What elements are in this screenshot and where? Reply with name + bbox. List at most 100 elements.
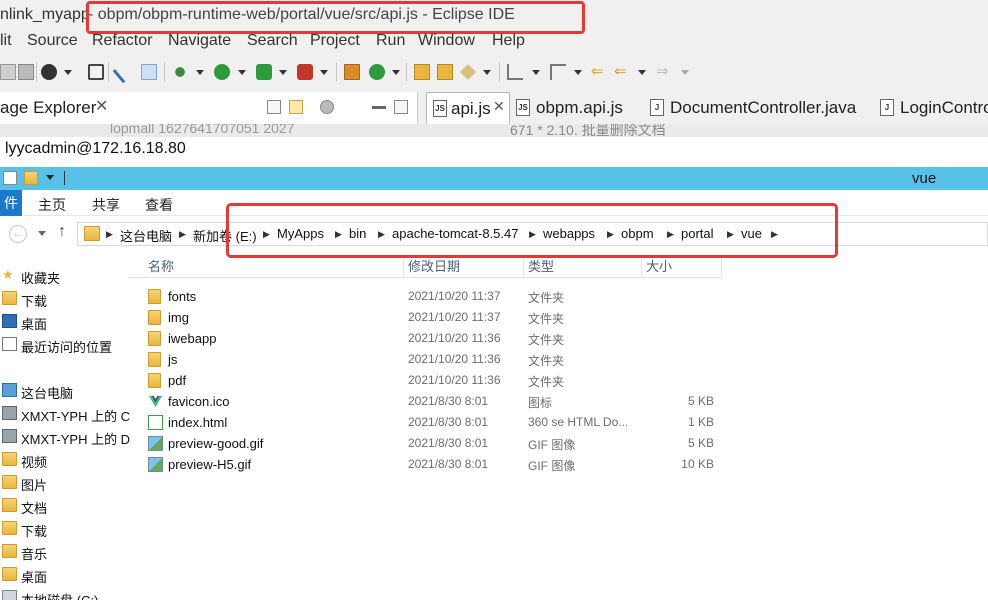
up-arrow-icon[interactable]: ↑ bbox=[58, 223, 66, 241]
new-package-icon[interactable] bbox=[344, 64, 360, 80]
nav-item-pictures[interactable]: 图片 bbox=[0, 472, 128, 494]
back-arrow-icon[interactable]: ← bbox=[9, 225, 27, 243]
print-icon[interactable] bbox=[18, 64, 34, 80]
menu-run[interactable]: Run bbox=[376, 32, 405, 50]
properties-icon[interactable] bbox=[3, 171, 17, 185]
chevron-down-icon[interactable] bbox=[638, 70, 646, 75]
column-date-modified[interactable]: 修改日期 bbox=[404, 256, 524, 278]
maximize-icon[interactable] bbox=[394, 100, 408, 114]
file-name: img bbox=[168, 310, 189, 325]
close-icon[interactable]: ✕ bbox=[493, 98, 505, 115]
debug-icon[interactable] bbox=[172, 64, 188, 80]
file-row[interactable]: fonts 2021/10/20 11:37 文件夹 bbox=[128, 286, 722, 307]
next-annotation-icon[interactable] bbox=[507, 64, 523, 80]
nav-item-recent-places[interactable]: 最近访问的位置 bbox=[0, 334, 128, 356]
tab-label: DocumentController.java bbox=[670, 98, 857, 117]
nav-item-desktop-2[interactable]: 桌面 bbox=[0, 564, 128, 586]
chevron-down-icon[interactable] bbox=[38, 231, 46, 236]
nav-item-music[interactable]: 音乐 bbox=[0, 541, 128, 563]
tab-document-controller[interactable]: J DocumentController.java bbox=[650, 92, 866, 124]
chevron-down-icon[interactable] bbox=[238, 70, 246, 75]
user-icon[interactable] bbox=[41, 64, 57, 80]
open-type-icon[interactable] bbox=[414, 64, 430, 80]
open-resource-icon[interactable] bbox=[437, 64, 453, 80]
file-row[interactable]: preview-H5.gif 2021/8/30 8:01 GIF 图像 10 … bbox=[128, 454, 722, 475]
nav-item-videos[interactable]: 视频 bbox=[0, 449, 128, 471]
console-icon[interactable] bbox=[88, 64, 104, 80]
column-name[interactable]: 名称 bbox=[144, 256, 404, 278]
save-all-icon[interactable] bbox=[0, 64, 16, 80]
package-explorer-view[interactable]: age Explorer ✕ bbox=[0, 92, 418, 124]
search-icon[interactable] bbox=[460, 64, 476, 80]
menu-source[interactable]: Source bbox=[27, 32, 78, 50]
file-row[interactable]: pdf 2021/10/20 11:36 文件夹 bbox=[128, 370, 722, 391]
last-edit-icon[interactable]: ⇐ bbox=[591, 64, 607, 80]
chevron-down-icon[interactable] bbox=[46, 175, 54, 180]
nav-item-label: 视频 bbox=[21, 455, 48, 470]
chevron-down-icon[interactable] bbox=[532, 70, 540, 75]
file-row[interactable]: iwebapp 2021/10/20 11:36 文件夹 bbox=[128, 328, 722, 349]
collapse-all-icon[interactable] bbox=[267, 100, 281, 114]
column-type[interactable]: 类型 bbox=[524, 256, 642, 278]
nav-item-network-d[interactable]: XMXT-YPH 上的 D bbox=[0, 426, 130, 448]
chevron-down-icon[interactable] bbox=[483, 70, 491, 75]
chevron-down-icon[interactable] bbox=[320, 70, 328, 75]
previous-annotation-icon[interactable] bbox=[550, 64, 566, 80]
tab-login-controller[interactable]: J LoginContro bbox=[880, 92, 988, 124]
menu-refactor[interactable]: Refactor bbox=[92, 32, 152, 50]
toolbar-separator bbox=[499, 63, 500, 81]
menu-search[interactable]: Search bbox=[247, 32, 298, 50]
link-with-editor-icon[interactable] bbox=[289, 100, 303, 114]
run-icon[interactable] bbox=[214, 64, 230, 80]
file-row[interactable]: index.html 2021/8/30 8:01 360 se HTML Do… bbox=[128, 412, 722, 433]
mark-occurrences-icon[interactable] bbox=[141, 64, 157, 80]
file-row[interactable]: js 2021/10/20 11:36 文件夹 bbox=[128, 349, 722, 370]
back-icon[interactable]: ⇐ bbox=[614, 64, 630, 80]
skip-breakpoints-icon[interactable] bbox=[112, 60, 136, 84]
tab-api-js[interactable]: JS api.js ✕ bbox=[426, 92, 510, 124]
view-menu-icon[interactable] bbox=[320, 100, 334, 114]
chevron-down-icon[interactable] bbox=[574, 70, 582, 75]
nav-item-local-disk-c[interactable]: 本地磁盘 (C:) bbox=[0, 587, 128, 600]
menu-project[interactable]: Project bbox=[310, 32, 360, 50]
menu-help[interactable]: Help bbox=[492, 32, 525, 50]
new-class-icon[interactable] bbox=[369, 64, 385, 80]
nav-item-desktop[interactable]: 桌面 bbox=[0, 311, 128, 333]
nav-item-label: 图片 bbox=[21, 478, 48, 493]
chevron-down-icon[interactable] bbox=[64, 70, 72, 75]
nav-item-favorites[interactable]: ★ 收藏夹 bbox=[0, 265, 128, 287]
nav-item-downloads-2[interactable]: 下载 bbox=[0, 518, 128, 540]
chevron-down-icon[interactable] bbox=[392, 70, 400, 75]
new-folder-icon[interactable] bbox=[24, 171, 38, 185]
tab-share[interactable]: 共享 bbox=[92, 195, 120, 215]
nav-item-this-pc[interactable]: 这台电脑 bbox=[0, 380, 128, 402]
nav-item-label: 文档 bbox=[21, 501, 48, 516]
pictures-folder-icon bbox=[2, 475, 17, 489]
minimize-icon[interactable] bbox=[372, 106, 386, 109]
run-server-icon[interactable] bbox=[256, 64, 272, 80]
forward-icon[interactable]: ⇒ bbox=[656, 64, 672, 80]
tab-obpm-api-js[interactable]: JS obpm.api.js bbox=[516, 92, 636, 124]
tab-file[interactable]: 件 bbox=[0, 190, 22, 216]
chevron-down-icon[interactable] bbox=[279, 70, 287, 75]
column-size[interactable]: 大小 bbox=[642, 256, 722, 278]
chevron-down-icon[interactable] bbox=[681, 70, 689, 75]
menu-edit[interactable]: lit bbox=[0, 32, 12, 50]
tab-home[interactable]: 主页 bbox=[38, 195, 66, 215]
menu-window[interactable]: Window bbox=[418, 32, 475, 50]
nav-item-network-c[interactable]: XMXT-YPH 上的 C bbox=[0, 403, 130, 425]
nav-item-downloads[interactable]: 下载 bbox=[0, 288, 128, 310]
file-row[interactable]: img 2021/10/20 11:37 文件夹 bbox=[128, 307, 722, 328]
chevron-down-icon[interactable] bbox=[196, 70, 204, 75]
nav-item-documents[interactable]: 文档 bbox=[0, 495, 128, 517]
close-icon[interactable]: ✕ bbox=[95, 96, 108, 116]
file-row[interactable]: favicon.ico 2021/8/30 8:01 图标 5 KB bbox=[128, 391, 722, 412]
stop-server-icon[interactable] bbox=[297, 64, 313, 80]
breadcrumb-separator[interactable]: ▶ bbox=[106, 226, 113, 242]
breadcrumb-item[interactable]: 这台电脑 bbox=[120, 226, 172, 245]
tab-view[interactable]: 查看 bbox=[145, 195, 173, 215]
menu-navigate[interactable]: Navigate bbox=[168, 32, 231, 50]
toolbar-separator bbox=[164, 63, 165, 81]
breadcrumb-separator[interactable]: ▶ bbox=[179, 226, 186, 242]
file-row[interactable]: preview-good.gif 2021/8/30 8:01 GIF 图像 5… bbox=[128, 433, 722, 454]
